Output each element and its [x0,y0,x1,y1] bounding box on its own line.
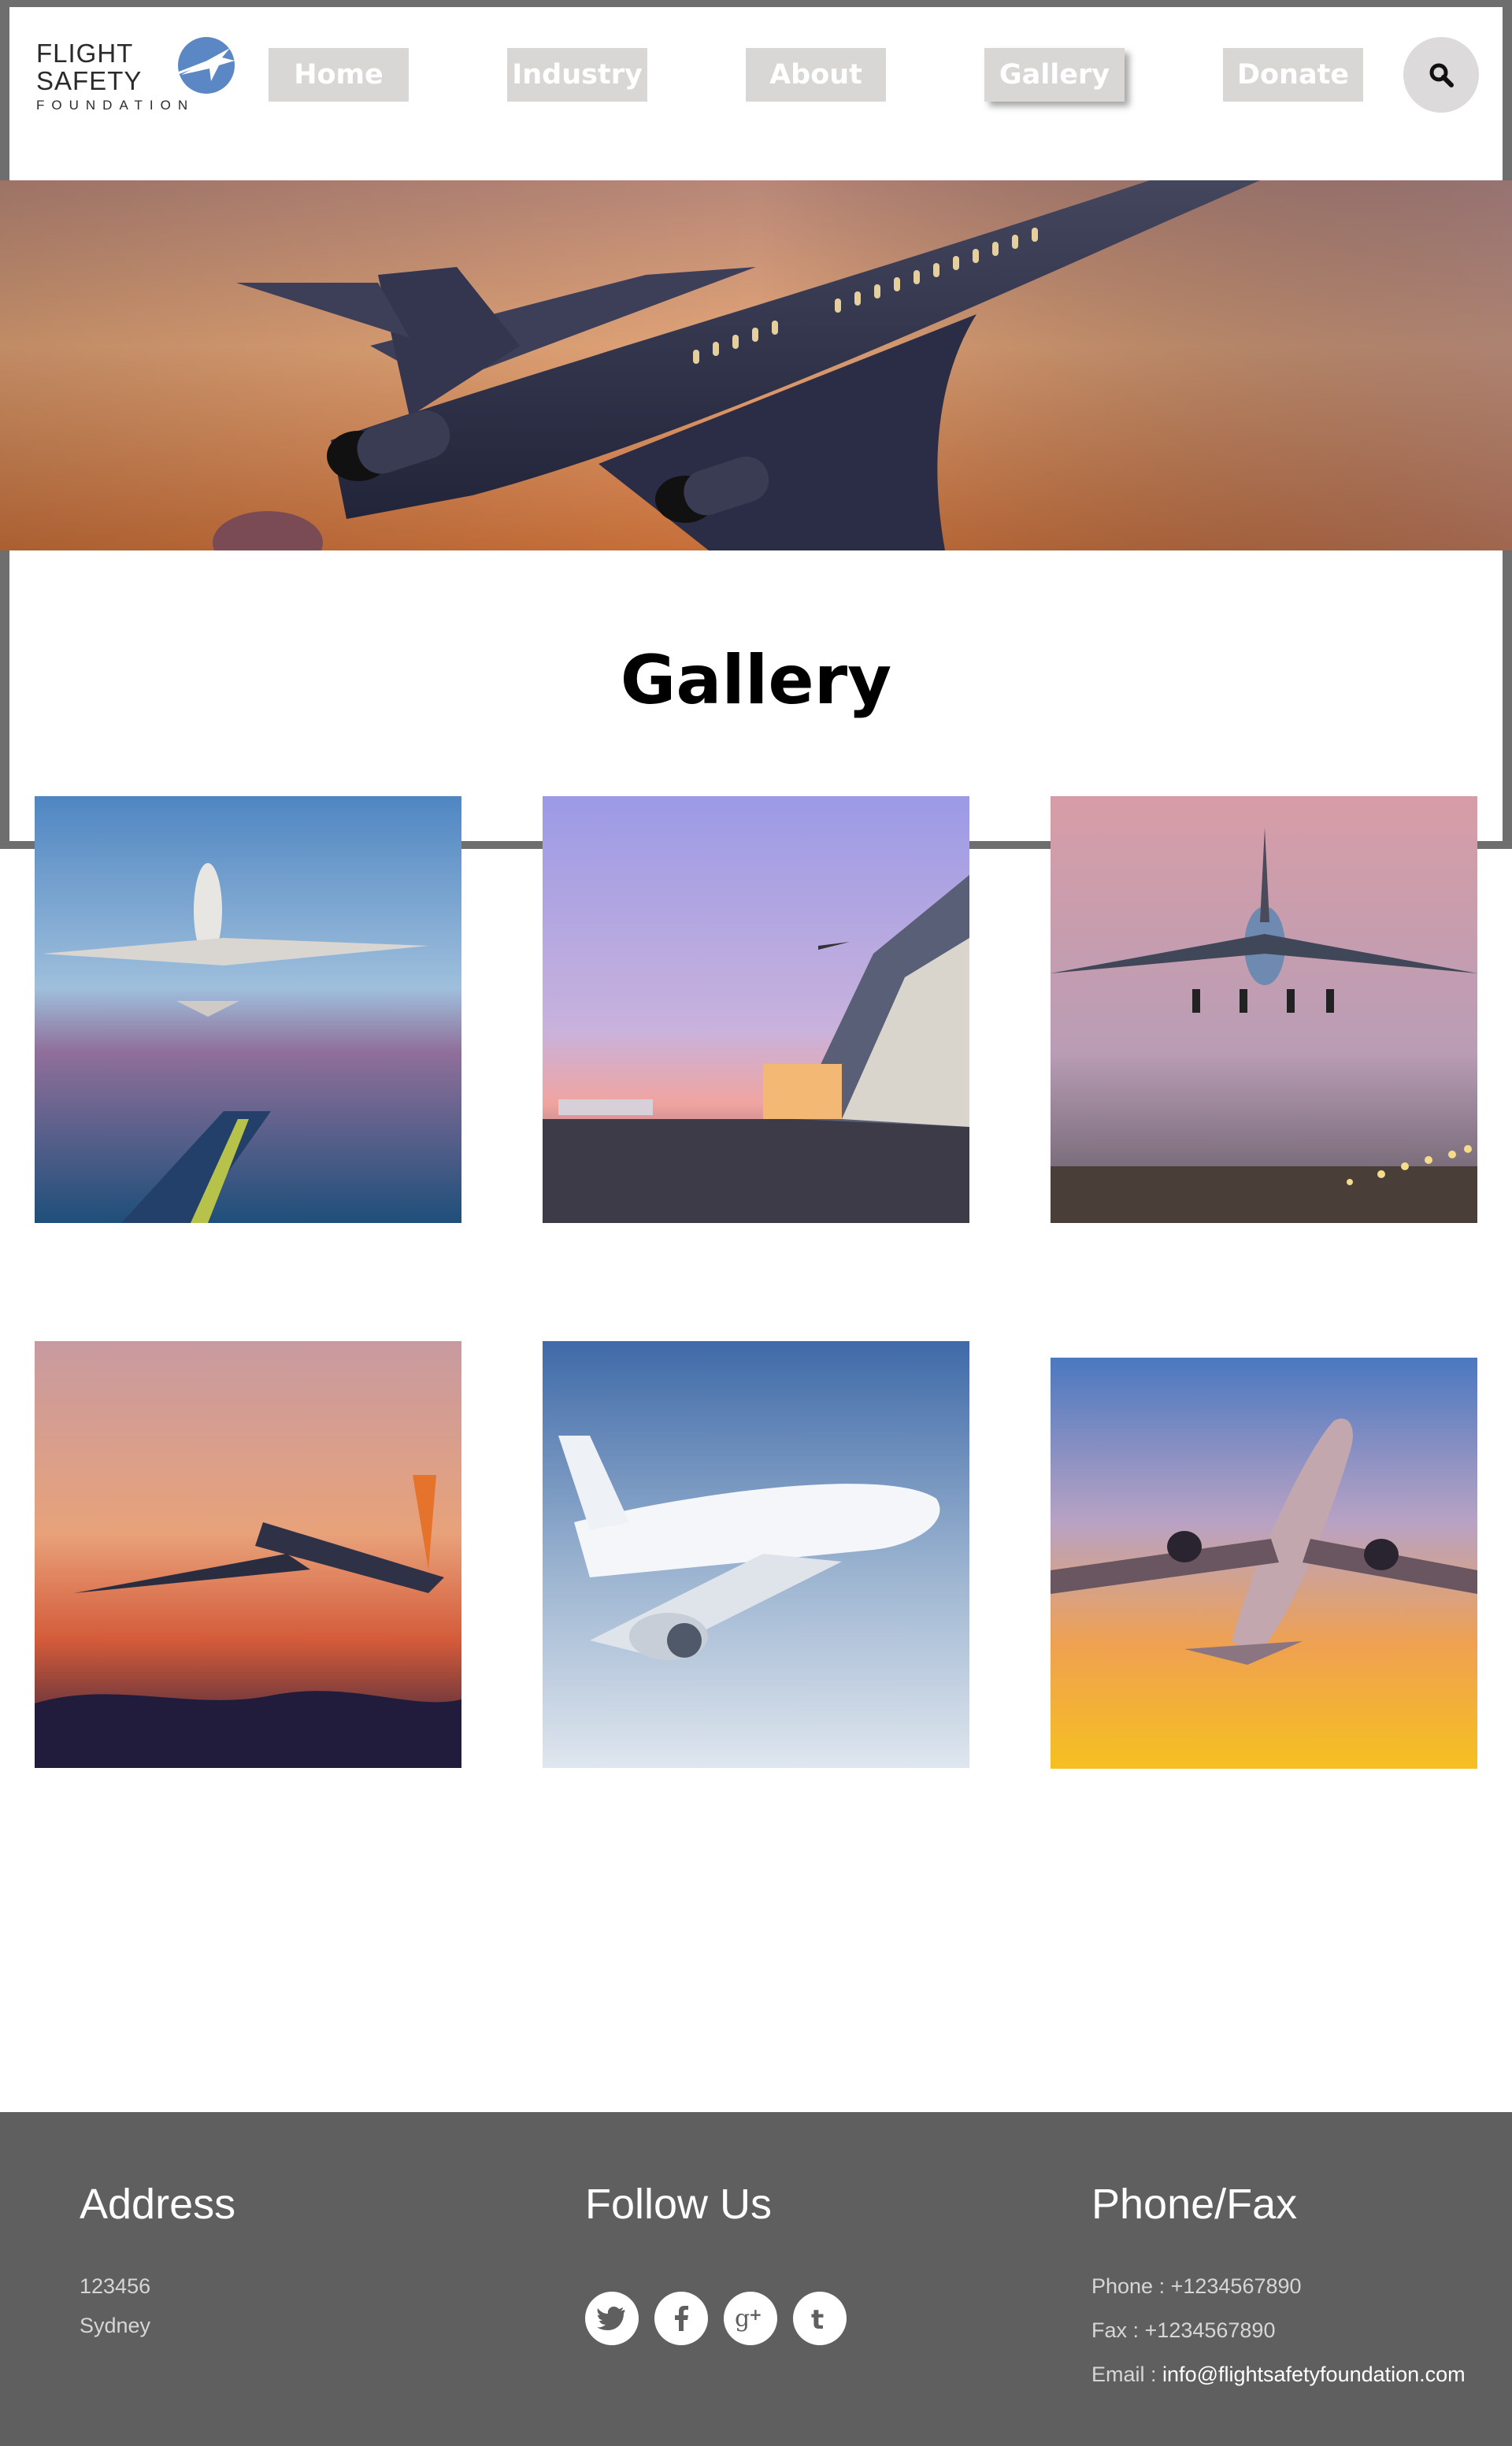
fax-line: Fax : +1234567890 [1091,2318,1275,2343]
svg-text:+: + [749,2305,762,2324]
phone-fax-heading: Phone/Fax [1091,2181,1298,2228]
site-logo[interactable]: FLIGHT SAFETY FOUNDATION [36,29,249,116]
gallery-title: Gallery [620,641,892,720]
logo-text-flight: FLIGHT [36,39,134,68]
phone-label: Phone : [1091,2274,1166,2298]
white-airliner-image [543,1341,969,1768]
nav-about[interactable]: About [746,48,886,102]
gallery-photo[interactable] [35,796,461,1223]
google-plus-icon: g + [735,2305,762,2333]
svg-text:t: t [811,2304,824,2334]
gallery-photo[interactable] [1051,796,1477,1223]
email-line: Email : info@flightsafetyfoundation.com [1091,2363,1466,2387]
gallery-photo[interactable] [543,1341,969,1768]
address-line-2: Sydney [80,2314,151,2337]
address-heading: Address [80,2181,236,2228]
phone-line: Phone : +1234567890 [1091,2274,1302,2299]
tumblr-link[interactable]: t [793,2292,847,2345]
nav-industry[interactable]: Industry [507,48,647,102]
nav-home[interactable]: Home [269,48,409,102]
email-label: Email : [1091,2363,1157,2386]
plane-over-runway-image [35,796,461,1223]
hero-jet-image [0,180,1512,550]
nav-donate[interactable]: Donate [1223,48,1363,102]
plane-globe-icon [177,37,235,94]
facebook-icon [675,2306,688,2331]
plane-sunset-takeoff-image [35,1341,461,1768]
fax-value: +1234567890 [1144,2318,1276,2342]
jumbo-jet-landing-image [1051,796,1477,1223]
gallery-photo[interactable] [35,1341,461,1768]
facebook-link[interactable] [654,2292,708,2345]
twitter-link[interactable] [585,2292,639,2345]
site-header: FLIGHT SAFETY FOUNDATION Home Industry A… [9,7,1503,180]
google-plus-link[interactable]: g + [724,2292,777,2345]
svg-text:g: g [735,2305,750,2333]
fax-label: Fax : [1091,2318,1140,2342]
address-line-1: 123456 [80,2274,151,2298]
airliner-golden-sunset-image [1051,1358,1477,1769]
site-footer: Address 123456 Sydney Follow Us g + t Ph… [0,2112,1512,2446]
nav-gallery[interactable]: Gallery [984,48,1125,102]
logo-text-safety: SAFETY [36,66,143,95]
search-icon [1429,63,1454,87]
gallery-photo[interactable] [543,796,969,1223]
tumblr-icon: t [811,2304,824,2334]
gallery-photo[interactable] [1051,1358,1477,1784]
email-link[interactable]: info@flightsafetyfoundation.com [1162,2363,1466,2386]
follow-us-heading: Follow Us [585,2181,773,2228]
search-button[interactable] [1403,37,1479,113]
airport-hangar-image [543,796,969,1223]
phone-value[interactable]: +1234567890 [1171,2274,1302,2298]
frame-top-border [0,0,1512,7]
hero-banner [0,180,1512,550]
logo-text-foundation: FOUNDATION [36,98,195,113]
twitter-icon [597,2307,625,2330]
